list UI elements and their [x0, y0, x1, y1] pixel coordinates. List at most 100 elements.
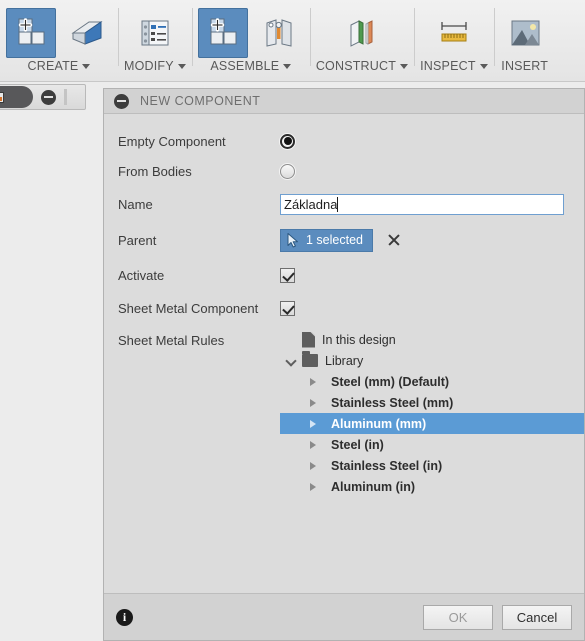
chevron-down-icon — [177, 63, 186, 69]
activate-label: Activate — [118, 267, 165, 283]
joint-button[interactable] — [254, 8, 304, 58]
flange-icon — [71, 21, 103, 45]
chevron-down-icon — [400, 63, 409, 69]
toolbar-group-inspect-label[interactable]: INSPECT — [420, 59, 488, 73]
dialog-title-bar: NEW COMPONENT — [104, 89, 584, 114]
new-component-dialog: NEW COMPONENT Empty Component From Bodie… — [103, 88, 585, 641]
assemble-new-component-button[interactable] — [197, 8, 248, 58]
row-sheet-metal-rules: Sheet Metal Rules In this design Library — [104, 329, 584, 497]
app-root: CREATE MODIFY ASSEMBLE CONSTRUCT INSPECT… — [0, 0, 585, 641]
parent-selection-button[interactable]: 1 selected — [280, 228, 373, 252]
tree-item-stainless-steel-in[interactable]: Stainless Steel (in) — [280, 455, 584, 476]
name-control — [280, 193, 584, 215]
name-label: Name — [118, 196, 153, 212]
info-icon[interactable]: i — [116, 608, 133, 626]
tree-item-steel-in[interactable]: Steel (in) — [280, 434, 584, 455]
toolbar-label-text: CONSTRUCT — [315, 59, 397, 73]
toolbar-group-insert-icons — [500, 0, 550, 58]
toolbar-group-create-label[interactable]: CREATE — [28, 59, 91, 73]
browser-tab[interactable] — [0, 86, 33, 108]
toolbar-label-text: INSPECT — [420, 59, 476, 73]
toolbar-group-construct: CONSTRUCT — [309, 0, 414, 82]
decal-button[interactable] — [500, 8, 550, 58]
from-bodies-radio[interactable] — [280, 163, 295, 179]
tree-item-label: In this design — [322, 332, 396, 347]
dialog-body: Empty Component From Bodies Name Základn… — [104, 114, 584, 593]
tree-item-library[interactable]: Library — [280, 350, 584, 371]
tree-item-stainless-steel-mm[interactable]: Stainless Steel (mm) — [280, 392, 584, 413]
chevron-right-icon[interactable] — [302, 455, 324, 476]
parent-label: Parent — [118, 232, 157, 248]
from-bodies-label: From Bodies — [118, 163, 192, 179]
tree-item-aluminum-mm[interactable]: Aluminum (mm) — [280, 413, 584, 434]
toolbar-group-create-icons — [6, 0, 112, 58]
parent-selection-text: 1 selected — [306, 233, 363, 247]
flange-button[interactable] — [62, 8, 112, 58]
sheet-metal-rules-label: Sheet Metal Rules — [118, 333, 225, 348]
new-component-button[interactable] — [6, 8, 56, 58]
chevron-right-icon[interactable] — [302, 434, 324, 455]
toolbar-group-modify: MODIFY — [118, 0, 192, 82]
empty-component-radio[interactable] — [280, 133, 295, 149]
tree-item-aluminum-in[interactable]: Aluminum (in) — [280, 476, 584, 497]
row-from-bodies: From Bodies — [104, 156, 584, 186]
toolbar-group-modify-label[interactable]: MODIFY — [124, 59, 186, 73]
cancel-button[interactable]: Cancel — [502, 604, 572, 630]
offset-plane-button[interactable] — [337, 8, 387, 58]
row-activate: Activate — [104, 260, 584, 290]
chevron-right-icon[interactable] — [302, 392, 324, 413]
circle-minus-icon[interactable] — [114, 93, 129, 109]
chevron-down-icon — [283, 63, 292, 69]
sheet-metal-component-control — [280, 300, 584, 316]
empty-component-label: Empty Component — [118, 133, 226, 149]
offset-plane-icon — [350, 20, 373, 47]
dialog-footer: i OK Cancel — [104, 593, 584, 640]
chevron-right-icon[interactable] — [302, 413, 324, 434]
edit-list-button[interactable] — [130, 8, 180, 58]
toolbar-group-insert-label[interactable]: INSERT — [501, 59, 548, 73]
chevron-right-icon[interactable] — [302, 371, 324, 392]
sheet-metal-component-checkbox[interactable] — [280, 300, 295, 316]
dialog-title: NEW COMPONENT — [140, 94, 261, 108]
browser-panel-stub — [0, 84, 86, 110]
toolbar-group-construct-icons — [337, 0, 387, 58]
ribbon-toolbar: CREATE MODIFY ASSEMBLE CONSTRUCT INSPECT… — [0, 0, 585, 82]
tree-item-steel-mm-default[interactable]: Steel (mm) (Default) — [280, 371, 584, 392]
row-name: Name — [104, 189, 584, 219]
chevron-down-icon[interactable] — [280, 350, 302, 371]
row-sheet-metal-component: Sheet Metal Component — [104, 293, 584, 323]
decal-icon — [511, 20, 540, 46]
tree-item-label: Aluminum (in) — [331, 479, 416, 494]
toolbar-label-text: MODIFY — [124, 59, 174, 73]
measure-button[interactable] — [429, 8, 479, 58]
tree-item-label: Aluminum (mm) — [331, 416, 427, 431]
toolbar-group-inspect-icons — [429, 0, 479, 58]
activate-control — [280, 267, 584, 283]
toolbar-group-inspect: INSPECT — [414, 0, 494, 82]
toolbar-group-assemble: ASSEMBLE — [191, 0, 310, 82]
name-input-wrapper — [280, 193, 564, 215]
name-input[interactable] — [280, 193, 564, 215]
tree-item-label: Steel (in) — [331, 437, 384, 452]
text-caret — [337, 196, 339, 212]
close-x-icon[interactable] — [384, 230, 404, 250]
chevron-right-icon[interactable] — [302, 476, 324, 497]
tree-item-in-this-design[interactable]: In this design — [280, 329, 584, 350]
from-bodies-control — [280, 163, 584, 179]
circle-minus-icon[interactable] — [41, 89, 56, 105]
toolbar-group-create: CREATE — [0, 0, 118, 82]
document-icon — [302, 331, 315, 348]
tree-item-label: Library — [325, 353, 364, 368]
chevron-down-icon — [82, 63, 91, 69]
activate-checkbox[interactable] — [280, 267, 295, 283]
chevron-down-icon — [479, 63, 488, 69]
toolbar-label-text: INSERT — [501, 59, 549, 73]
ok-button[interactable]: OK — [423, 604, 493, 630]
toolbar-group-assemble-label[interactable]: ASSEMBLE — [210, 59, 292, 73]
toolbar-group-modify-icons — [130, 0, 180, 58]
toolbar-group-construct-label[interactable]: CONSTRUCT — [315, 59, 409, 73]
toolbar-label-text: ASSEMBLE — [210, 59, 280, 73]
edit-list-icon — [141, 20, 169, 46]
row-parent: Parent 1 selected — [104, 225, 584, 255]
toolbar-label-text: CREATE — [27, 59, 79, 73]
